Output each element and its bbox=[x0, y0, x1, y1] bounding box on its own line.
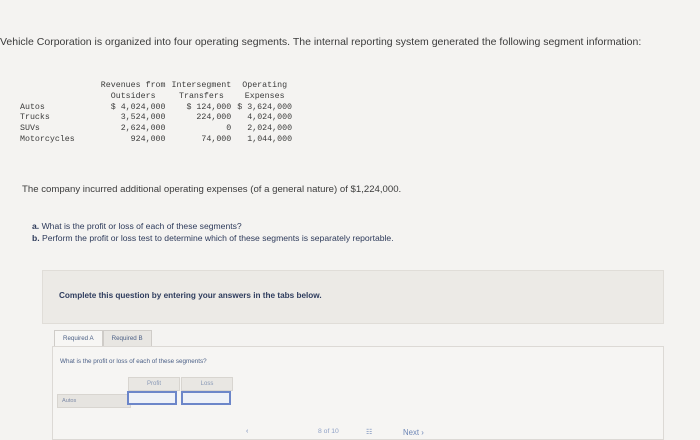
segment-name: Autos bbox=[20, 102, 45, 112]
question-list: a. What is the profit or loss of each of… bbox=[32, 221, 394, 244]
table-row: Autos $ 4,024,000 $ 124,000 $ 3,624,000 bbox=[20, 103, 298, 114]
header-operating: Operating bbox=[242, 81, 288, 90]
next-button[interactable]: Next › bbox=[403, 428, 424, 437]
next-label: Next bbox=[403, 428, 420, 437]
segment-data-table: Revenues from Intersegment Operating Out… bbox=[20, 81, 298, 146]
segment-name: Motorcycles bbox=[20, 134, 75, 144]
header-outsiders: Outsiders bbox=[110, 91, 156, 101]
tab-required-a[interactable]: Required A bbox=[54, 330, 103, 347]
autos-row-label: Autos bbox=[57, 394, 131, 408]
expense-value: 2,024,000 bbox=[247, 124, 293, 134]
chevron-left-icon[interactable]: ‹ bbox=[246, 428, 248, 435]
task-instruction: Complete this question by entering your … bbox=[59, 291, 322, 300]
transfer-value: 74,000 bbox=[201, 134, 232, 144]
header-expenses: Expenses bbox=[244, 91, 285, 101]
segment-name: SUVs bbox=[20, 124, 40, 134]
loss-column-header: Loss bbox=[181, 377, 233, 391]
header-blank bbox=[20, 81, 101, 92]
transfer-value: 224,000 bbox=[196, 113, 232, 123]
chevron-right-icon: › bbox=[421, 428, 424, 437]
header-blank bbox=[20, 92, 101, 103]
autos-profit-input[interactable] bbox=[127, 391, 177, 405]
problem-intro: Vehicle Corporation is organized into fo… bbox=[0, 36, 642, 48]
table-row: Trucks 3,524,000 224,000 4,024,000 bbox=[20, 113, 298, 124]
table-row: SUVs 2,624,000 0 2,024,000 bbox=[20, 124, 298, 135]
header-row-1: Revenues from Intersegment Operating bbox=[20, 81, 298, 92]
header-transfers: Transfers bbox=[178, 91, 224, 101]
tab-required-b[interactable]: Required B bbox=[102, 330, 152, 347]
requirement-tabs: Required A Required B bbox=[54, 330, 152, 347]
segment-name: Trucks bbox=[20, 113, 50, 123]
expense-value: 4,024,000 bbox=[247, 113, 293, 123]
answer-prompt: What is the profit or loss of each of th… bbox=[60, 358, 207, 365]
revenue-value: $ 4,024,000 bbox=[110, 102, 166, 112]
header-revenues: Revenues from bbox=[100, 81, 166, 90]
revenue-value: 924,000 bbox=[130, 134, 166, 144]
page-indicator: 8 of 10 bbox=[318, 428, 339, 435]
question-text: What is the profit or loss of each of th… bbox=[41, 221, 242, 231]
question-letter: b. bbox=[32, 232, 40, 243]
expense-value: 1,044,000 bbox=[247, 134, 293, 144]
question-a: a. What is the profit or loss of each of… bbox=[32, 221, 394, 233]
question-letter: a. bbox=[32, 221, 40, 231]
transfer-value: 0 bbox=[226, 124, 232, 134]
profit-column-header: Profit bbox=[128, 377, 180, 391]
question-b: b. Perform the profit or loss test to de… bbox=[32, 233, 394, 245]
question-text: Perform the profit or loss test to deter… bbox=[42, 232, 394, 243]
grid-icon[interactable]: ☷ bbox=[366, 428, 372, 436]
task-instructions-panel: Complete this question by entering your … bbox=[42, 270, 664, 324]
autos-loss-input[interactable] bbox=[181, 391, 231, 405]
revenue-value: 3,524,000 bbox=[120, 113, 166, 123]
revenue-value: 2,624,000 bbox=[120, 124, 166, 134]
additional-expenses-text: The company incurred additional operatin… bbox=[22, 184, 402, 195]
transfer-value: $ 124,000 bbox=[186, 102, 232, 112]
header-row-2: Outsiders Transfers Expenses bbox=[20, 92, 298, 103]
expense-value: $ 3,624,000 bbox=[237, 102, 293, 112]
table-row: Motorcycles 924,000 74,000 1,044,000 bbox=[20, 135, 298, 146]
header-intersegment: Intersegment bbox=[171, 81, 232, 90]
